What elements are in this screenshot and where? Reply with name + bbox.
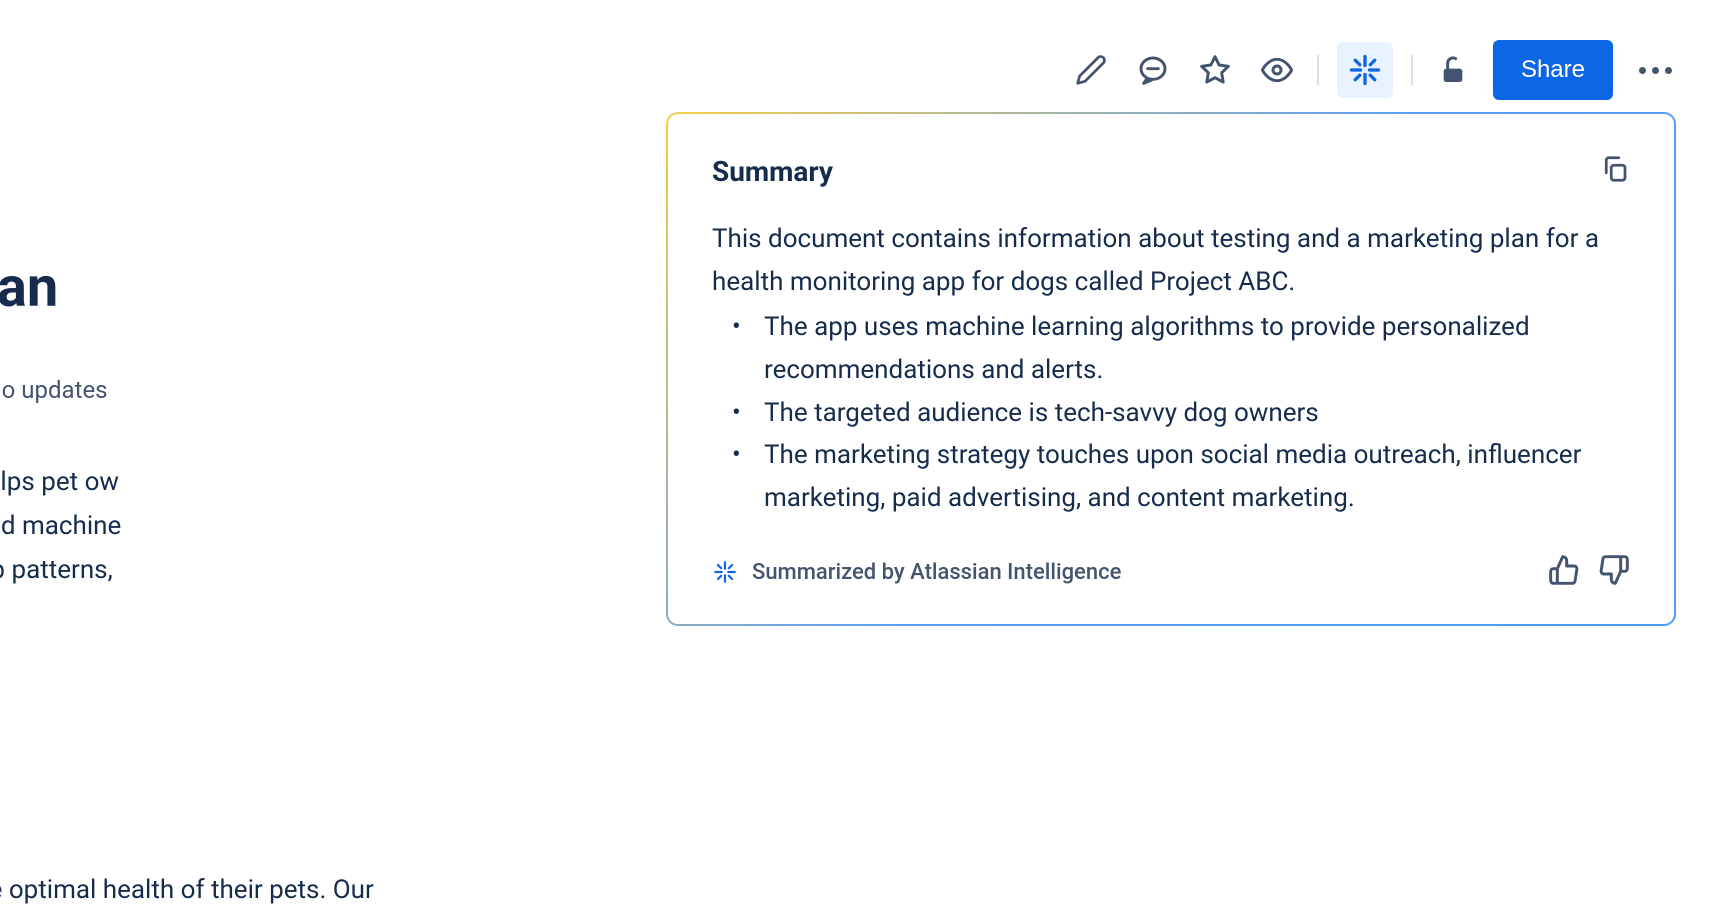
summary-body: This document contains information about… [712, 218, 1630, 520]
thumbs-down-icon[interactable] [1598, 554, 1630, 590]
atlassian-intelligence-button[interactable] [1337, 42, 1393, 98]
summary-title: Summary [712, 155, 833, 188]
copy-icon[interactable] [1600, 154, 1630, 188]
summary-header: Summary [712, 154, 1630, 188]
page-toolbar: Share [1069, 40, 1680, 100]
summary-attribution: Summarized by Atlassian Intelligence [712, 559, 1121, 585]
comment-icon[interactable] [1131, 48, 1175, 92]
summary-bullet: The app uses machine learning algorithms… [756, 306, 1630, 392]
page-body-continued: log owners who want to ensure the optima… [0, 868, 374, 912]
summary-panel: Summary This document contains informati… [666, 112, 1676, 626]
atlassian-intelligence-icon [712, 559, 738, 585]
toolbar-divider [1411, 55, 1413, 85]
summary-bullet: The targeted audience is tech-savvy dog … [756, 392, 1630, 435]
watch-icon[interactable] [1255, 48, 1299, 92]
meta-updates[interactable]: No updates [0, 376, 108, 404]
edit-icon[interactable] [1069, 48, 1113, 92]
restrictions-icon[interactable] [1431, 48, 1475, 92]
share-button[interactable]: Share [1493, 40, 1613, 100]
summary-bullet: The marketing strategy touches upon soci… [756, 434, 1630, 520]
toolbar-divider [1317, 55, 1319, 85]
star-icon[interactable] [1193, 48, 1237, 92]
summary-footer: Summarized by Atlassian Intelligence [712, 554, 1630, 590]
attribution-label: Summarized by Atlassian Intelligence [752, 560, 1121, 585]
thumbs-up-icon[interactable] [1548, 554, 1580, 590]
more-actions-icon[interactable] [1631, 59, 1680, 82]
summary-list: The app uses machine learning algorithms… [712, 306, 1630, 520]
summary-intro: This document contains information about… [712, 218, 1630, 304]
feedback-icons [1548, 554, 1630, 590]
